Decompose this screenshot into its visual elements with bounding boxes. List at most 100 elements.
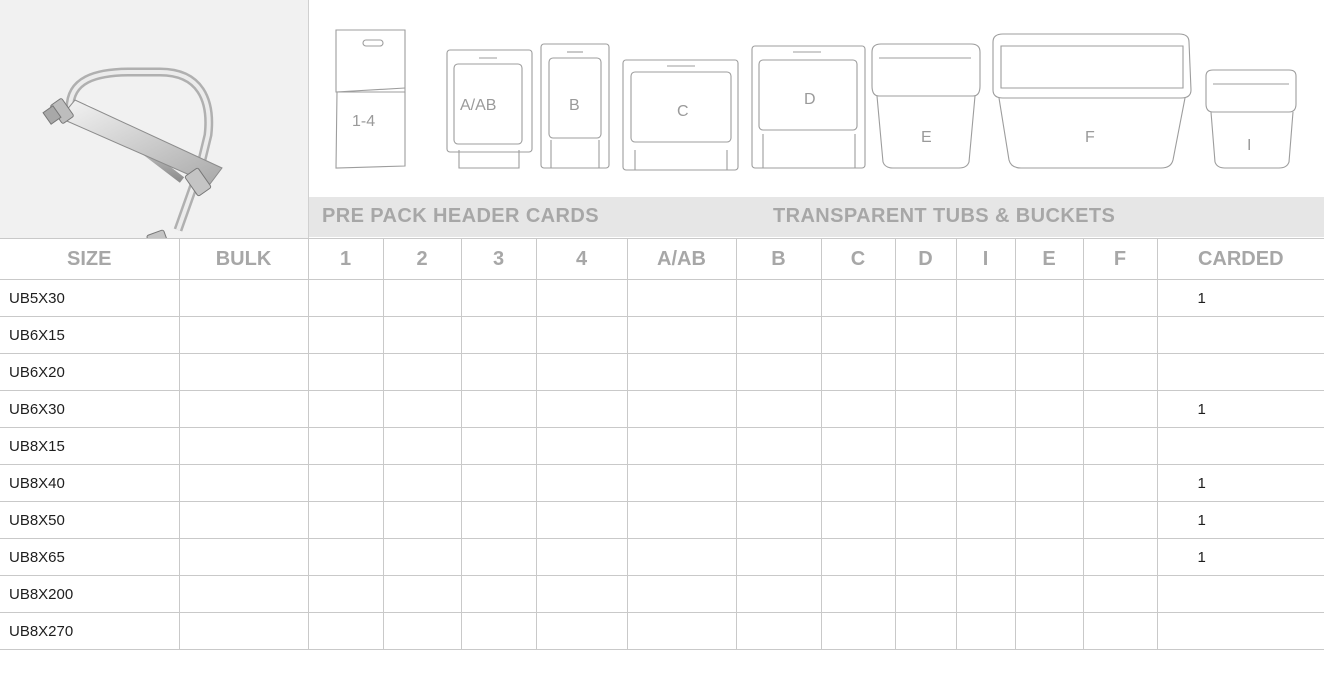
table-row: UB6X20: [0, 353, 1324, 391]
pack-d-icon: D: [751, 45, 866, 169]
col-b: B: [735, 238, 822, 280]
empty-cell: [382, 575, 462, 613]
empty-cell: [1014, 427, 1084, 465]
empty-cell: [894, 612, 957, 650]
col-e: E: [1014, 238, 1084, 280]
svg-text:I: I: [1247, 137, 1251, 154]
empty-cell: [1014, 390, 1084, 428]
empty-cell: [178, 316, 309, 354]
empty-cell: [460, 538, 537, 576]
empty-cell: [1082, 427, 1158, 465]
col-1: 1: [307, 238, 384, 280]
empty-cell: [460, 427, 537, 465]
carded-cell: 1: [1156, 501, 1324, 539]
empty-cell: [955, 501, 1016, 539]
section-band: PRE PACK HEADER CARDS TRANSPARENT TUBS &…: [309, 197, 1324, 237]
empty-cell: [307, 575, 384, 613]
empty-cell: [820, 575, 896, 613]
size-cell: UB8X200: [0, 575, 180, 613]
svg-text:D: D: [804, 91, 816, 108]
empty-cell: [460, 353, 537, 391]
empty-cell: [382, 612, 462, 650]
col-bulk: BULK: [178, 238, 309, 280]
col-carded: CARDED: [1156, 238, 1324, 280]
empty-cell: [626, 464, 737, 502]
empty-cell: [1082, 316, 1158, 354]
carded-cell: [1156, 612, 1324, 650]
carded-cell: [1156, 427, 1324, 465]
empty-cell: [535, 279, 628, 317]
empty-cell: [178, 501, 309, 539]
empty-cell: [820, 316, 896, 354]
tub-e-icon: E: [871, 43, 981, 169]
empty-cell: [894, 279, 957, 317]
table-row: UB5X30 1: [0, 279, 1324, 317]
empty-cell: [735, 612, 822, 650]
empty-cell: [894, 316, 957, 354]
pack-b-icon: B: [540, 43, 610, 169]
empty-cell: [535, 501, 628, 539]
size-cell: UB6X30: [0, 390, 180, 428]
empty-cell: [535, 612, 628, 650]
empty-cell: [178, 390, 309, 428]
empty-cell: [820, 390, 896, 428]
empty-cell: [955, 279, 1016, 317]
empty-cell: [460, 464, 537, 502]
col-size: SIZE: [0, 238, 180, 280]
empty-cell: [735, 279, 822, 317]
empty-cell: [1014, 538, 1084, 576]
size-cell: UB8X40: [0, 464, 180, 502]
empty-cell: [535, 353, 628, 391]
pack-1-4-icon: 1-4: [335, 29, 406, 169]
empty-cell: [178, 575, 309, 613]
empty-cell: [382, 427, 462, 465]
carded-cell: 1: [1156, 464, 1324, 502]
svg-text:B: B: [569, 97, 580, 114]
empty-cell: [626, 612, 737, 650]
empty-cell: [820, 279, 896, 317]
empty-cell: [626, 538, 737, 576]
empty-cell: [460, 575, 537, 613]
empty-cell: [626, 353, 737, 391]
empty-cell: [735, 464, 822, 502]
svg-text:E: E: [921, 129, 932, 146]
empty-cell: [894, 353, 957, 391]
empty-cell: [382, 353, 462, 391]
size-table: SIZE BULK 1 2 3 4 A/AB B C D I E F CARDE…: [0, 238, 1324, 650]
empty-cell: [178, 612, 309, 650]
empty-cell: [894, 427, 957, 465]
empty-cell: [382, 316, 462, 354]
empty-cell: [460, 501, 537, 539]
empty-cell: [1082, 612, 1158, 650]
size-cell: UB8X270: [0, 612, 180, 650]
col-c: C: [820, 238, 896, 280]
empty-cell: [1082, 464, 1158, 502]
empty-cell: [955, 427, 1016, 465]
empty-cell: [460, 390, 537, 428]
table-row: UB8X50 1: [0, 501, 1324, 539]
table-row: UB8X40 1: [0, 464, 1324, 502]
empty-cell: [820, 427, 896, 465]
empty-cell: [820, 464, 896, 502]
empty-cell: [820, 612, 896, 650]
empty-cell: [1082, 501, 1158, 539]
empty-cell: [178, 353, 309, 391]
tubs-label: TRANSPARENT TUBS & BUCKETS: [773, 205, 1116, 227]
empty-cell: [626, 390, 737, 428]
empty-cell: [307, 353, 384, 391]
carded-cell: [1156, 353, 1324, 391]
empty-cell: [307, 612, 384, 650]
tub-i-icon: I: [1205, 69, 1297, 169]
empty-cell: [1014, 501, 1084, 539]
empty-cell: [382, 538, 462, 576]
empty-cell: [535, 390, 628, 428]
empty-cell: [178, 464, 309, 502]
empty-cell: [626, 575, 737, 613]
empty-cell: [1082, 575, 1158, 613]
col-4: 4: [535, 238, 628, 280]
empty-cell: [382, 390, 462, 428]
empty-cell: [535, 575, 628, 613]
empty-cell: [735, 390, 822, 428]
empty-cell: [735, 353, 822, 391]
empty-cell: [535, 427, 628, 465]
